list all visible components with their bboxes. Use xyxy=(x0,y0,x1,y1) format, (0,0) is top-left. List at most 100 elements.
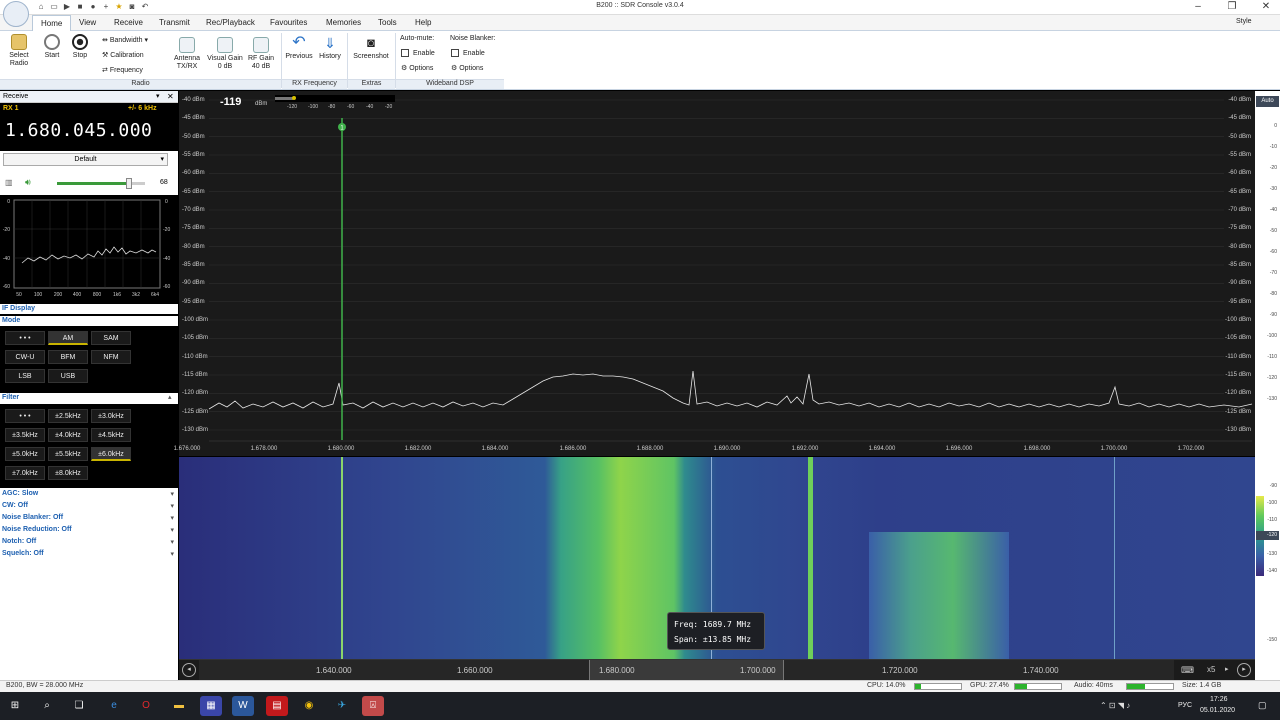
filter-7-0-button[interactable]: ±7.0kHz xyxy=(5,466,45,480)
start-button[interactable]: Start xyxy=(40,34,64,60)
opera-icon[interactable]: O xyxy=(135,696,157,716)
edge-icon[interactable]: e xyxy=(103,696,125,716)
notification-icon[interactable]: ▢ xyxy=(1258,700,1267,711)
maximize-button[interactable]: ❐ xyxy=(1222,1,1242,13)
overview-band[interactable]: ◂ 1.640.000 1.660.000 1.680.000 1.700.00… xyxy=(179,659,1255,680)
tab-view[interactable]: View xyxy=(71,15,104,31)
group-extras: Extras xyxy=(348,79,395,89)
tray-icons[interactable]: ⌃ ⊡ ◥ ♪ xyxy=(1100,701,1130,710)
tab-favourites[interactable]: Favourites xyxy=(262,15,315,31)
frequency-button[interactable]: ⇄ Frequency xyxy=(102,66,143,74)
style-menu[interactable]: Style xyxy=(1236,18,1252,25)
filter-4-0-button[interactable]: ±4.0kHz xyxy=(48,428,88,442)
mode-more-button[interactable]: • • • xyxy=(5,331,45,345)
tab-rec-playback[interactable]: Rec/Playback xyxy=(198,15,263,31)
tab-tools[interactable]: Tools xyxy=(370,15,405,31)
word-icon[interactable]: W xyxy=(232,696,254,716)
filter-5-0-button[interactable]: ±5.0kHz xyxy=(5,447,45,461)
mode-header[interactable]: Mode xyxy=(0,316,178,326)
keyboard-icon[interactable]: ⌨ xyxy=(1181,664,1195,676)
filter-2-5-button[interactable]: ±2.5kHz xyxy=(48,409,88,423)
rf-gain-button[interactable]: RF Gain 40 dB xyxy=(245,37,277,71)
frequency-readout[interactable]: 1.680.045.000 xyxy=(5,120,152,141)
auto-mute-enable[interactable]: Enable xyxy=(401,49,435,57)
waterfall-scale-highlight[interactable]: -120 xyxy=(1256,531,1279,540)
noise-blanker-setting[interactable]: Noise Blanker: Off ▾ xyxy=(2,514,174,526)
volume-slider-thumb[interactable] xyxy=(126,178,133,189)
clock-time[interactable]: 17:26 xyxy=(1210,696,1228,703)
sdr-console-icon[interactable]: ⍓ xyxy=(362,696,384,716)
panel-menu-icon[interactable]: ▾ xyxy=(156,92,160,100)
filter-3-5-button[interactable]: ±3.5kHz xyxy=(5,428,45,442)
spectrum-view[interactable]: 1 -119 dBm -120 -100 -80 -60 -40 -20 -40… xyxy=(174,91,1255,456)
stop-button[interactable]: Stop xyxy=(68,34,92,60)
cw-setting[interactable]: CW: Off ▾ xyxy=(2,502,174,514)
filter-more-button[interactable]: • • • xyxy=(5,409,45,423)
tab-transmit[interactable]: Transmit xyxy=(151,15,198,31)
keyboard-language[interactable]: РУС xyxy=(1178,702,1192,709)
screenshot-button[interactable]: ◙ Screenshot xyxy=(350,35,392,61)
telegram-icon[interactable]: ✈ xyxy=(331,696,353,716)
minimize-button[interactable]: – xyxy=(1188,1,1208,13)
auto-mute-options[interactable]: ⚙ Options xyxy=(401,64,433,72)
auto-mute-checkbox[interactable] xyxy=(401,49,409,57)
search-icon[interactable]: ⌕ xyxy=(36,696,58,716)
windows-start-icon[interactable]: ⊞ xyxy=(4,696,26,716)
tab-home[interactable]: Home xyxy=(32,15,72,31)
squelch-setting[interactable]: Squelch: Off ▾ xyxy=(2,550,174,562)
if-display-header[interactable]: IF Display xyxy=(0,304,178,314)
filter-header[interactable]: Filter ▴ xyxy=(0,393,178,403)
preset-select[interactable]: Default ▾ xyxy=(3,153,168,166)
mode-nfm-button[interactable]: NFM xyxy=(91,350,131,364)
mode-usb-button[interactable]: USB xyxy=(48,369,88,383)
task-view-icon[interactable]: ❏ xyxy=(68,696,90,716)
select-radio-button[interactable]: Select Radio xyxy=(4,34,34,68)
zoom-value[interactable]: x5 xyxy=(1207,665,1215,674)
status-bar: B200, BW = 28.000 MHz CPU: 14.0% GPU: 27… xyxy=(0,680,1280,692)
mode-am-button[interactable]: AM xyxy=(48,331,88,345)
filter-5-5-button[interactable]: ±5.5kHz xyxy=(48,447,88,461)
mode-sam-button[interactable]: SAM xyxy=(91,331,131,345)
volume-slider[interactable] xyxy=(57,178,145,189)
filter-6-0-button[interactable]: ±6.0kHz xyxy=(91,447,131,461)
speaker-icon[interactable]: 🔊︎ xyxy=(25,177,31,188)
pdf-icon[interactable]: ▤ xyxy=(266,696,288,716)
agc-setting[interactable]: AGC: Slow ▾ xyxy=(2,490,174,502)
mode-bfm-button[interactable]: BFM xyxy=(48,350,88,364)
bandwidth-button[interactable]: ⇹ Bandwidth ▾ xyxy=(102,36,148,44)
filter-8-0-button[interactable]: ±8.0kHz xyxy=(48,466,88,480)
panel-close-icon[interactable]: ✕ xyxy=(167,92,174,101)
calendar-app-icon[interactable]: ▦ xyxy=(200,696,222,716)
previous-button[interactable]: ↶ Previous xyxy=(284,35,314,61)
overview-right-button[interactable]: ▸ xyxy=(1237,663,1251,677)
close-button[interactable]: ✕ xyxy=(1256,1,1276,13)
tab-receive[interactable]: Receive xyxy=(106,15,151,31)
tab-memories[interactable]: Memories xyxy=(318,15,369,31)
chrome-icon[interactable]: ◉ xyxy=(298,696,320,716)
mode-cwu-button[interactable]: CW-U xyxy=(5,350,45,364)
audio-freq-tick: 50 xyxy=(16,292,22,298)
clock-date[interactable]: 05.01.2020 xyxy=(1200,707,1235,714)
noise-blanker-enable[interactable]: Enable xyxy=(451,49,485,57)
spectrum-graph[interactable]: 1 xyxy=(179,91,1255,456)
spectrum-mini-icon[interactable]: ▥ xyxy=(5,178,13,187)
collapse-icon[interactable]: ▴ xyxy=(168,393,172,401)
notch-setting[interactable]: Notch: Off ▾ xyxy=(2,538,174,550)
filter-3-0-button[interactable]: ±3.0kHz xyxy=(91,409,131,423)
noise-blanker-checkbox[interactable] xyxy=(451,49,459,57)
app-menu-button[interactable] xyxy=(3,1,29,27)
calibration-button[interactable]: ⚒ Calibration xyxy=(102,51,144,59)
auto-scale-button[interactable]: Auto xyxy=(1256,96,1279,107)
noise-blanker-options[interactable]: ⚙ Options xyxy=(451,64,483,72)
history-button[interactable]: ⇓ History xyxy=(316,35,344,61)
filter-4-5-button[interactable]: ±4.5kHz xyxy=(91,428,131,442)
tab-help[interactable]: Help xyxy=(407,15,439,31)
noise-reduction-setting[interactable]: Noise Reduction: Off ▾ xyxy=(2,526,174,538)
file-explorer-icon[interactable]: ▬ xyxy=(168,696,190,716)
overview-left-button[interactable]: ◂ xyxy=(182,663,196,677)
mode-lsb-button[interactable]: LSB xyxy=(5,369,45,383)
visual-gain-button[interactable]: Visual Gain 0 dB xyxy=(205,37,245,71)
zoom-right-arrow[interactable]: ▸ xyxy=(1225,665,1229,673)
antenna-button[interactable]: Antenna TX/RX xyxy=(170,37,204,71)
waterfall-view[interactable]: Freq: 1689.7 MHz Span: ±13.85 MHz xyxy=(179,457,1255,659)
